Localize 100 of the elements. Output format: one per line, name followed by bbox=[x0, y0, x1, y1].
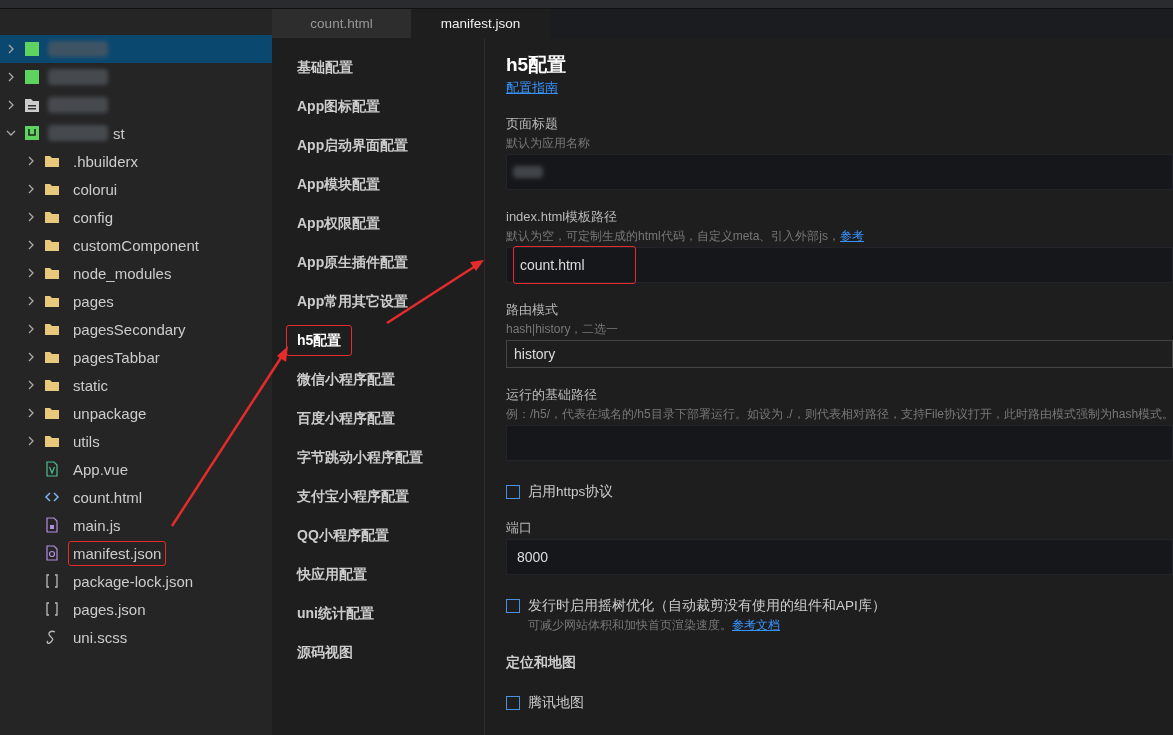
tree-item[interactable]: colorui bbox=[0, 175, 272, 203]
nav-item[interactable]: 百度小程序配置 bbox=[286, 399, 406, 438]
file-name: colorui bbox=[72, 179, 119, 200]
folder-icon bbox=[44, 237, 60, 253]
chevron-right-icon bbox=[26, 156, 36, 166]
group-heading: 定位和地图 bbox=[506, 654, 577, 672]
field-label: 运行的基础路径 bbox=[506, 386, 598, 404]
file-name: pagesSecondary bbox=[72, 319, 187, 340]
file-name: manifest.json bbox=[68, 540, 167, 566]
file-name: customComponent bbox=[72, 235, 200, 256]
field-label: 页面标题 bbox=[506, 115, 559, 133]
tree-item[interactable]: st bbox=[0, 119, 272, 147]
nav-item[interactable]: uni统计配置 bbox=[286, 594, 385, 633]
file-name: utils bbox=[72, 431, 101, 452]
folder-icon bbox=[44, 321, 60, 337]
chevron-right-icon bbox=[26, 212, 36, 222]
chevron-right-icon bbox=[6, 44, 16, 54]
guide-link[interactable]: 配置指南 bbox=[506, 79, 558, 97]
input-field[interactable]: count.html bbox=[506, 247, 1173, 283]
tree-item[interactable]: App.vue bbox=[0, 455, 272, 483]
settings-file-icon bbox=[44, 545, 60, 561]
file-icon bbox=[44, 461, 60, 477]
tree-item[interactable]: pages.json bbox=[0, 595, 272, 623]
project-icon bbox=[24, 69, 40, 85]
field-value: history bbox=[513, 345, 557, 363]
field-label: 路由模式 bbox=[506, 301, 559, 319]
tree-item[interactable]: manifest.json bbox=[0, 539, 272, 567]
brackets-icon bbox=[44, 601, 60, 617]
nav-item[interactable]: 字节跳动小程序配置 bbox=[286, 438, 434, 477]
field-hint: hash|history，二选一 bbox=[506, 321, 620, 338]
tree-item[interactable] bbox=[0, 35, 272, 63]
chevron-right-icon bbox=[26, 268, 36, 278]
select-field[interactable]: history bbox=[506, 340, 1173, 368]
docs-link[interactable]: 参考文档 bbox=[732, 617, 780, 634]
folder-icon bbox=[44, 349, 60, 365]
nav-item[interactable]: 微信小程序配置 bbox=[286, 360, 406, 399]
tree-item[interactable]: .hbuilderx bbox=[0, 147, 272, 175]
tree-item[interactable]: pages bbox=[0, 287, 272, 315]
tree-item[interactable]: count.html bbox=[0, 483, 272, 511]
tree-item[interactable]: uni.scss bbox=[0, 623, 272, 651]
project-name: st bbox=[112, 123, 126, 144]
nav-item[interactable]: 源码视图 bbox=[286, 633, 364, 672]
folder-icon bbox=[44, 433, 60, 449]
field-hint: 例：/h5/，代表在域名的/h5目录下部署运行。如设为 ./，则代表相对路径，支持File协议打开，此时路由模式强制为hash模式。 bbox=[506, 406, 1173, 423]
tree-item[interactable]: node_modules bbox=[0, 259, 272, 287]
tree-item[interactable]: customComponent bbox=[0, 231, 272, 259]
brackets-icon bbox=[44, 573, 60, 589]
chevron-right-icon bbox=[26, 408, 36, 418]
tree-item[interactable]: config bbox=[0, 203, 272, 231]
nav-item[interactable]: App图标配置 bbox=[286, 87, 392, 126]
nav-item[interactable]: App常用其它设置 bbox=[286, 282, 420, 321]
file-name: main.js bbox=[72, 515, 122, 536]
nav-item[interactable]: App启动界面配置 bbox=[286, 126, 420, 165]
nav-item[interactable]: App原生插件配置 bbox=[286, 243, 420, 282]
file-name: .hbuilderx bbox=[72, 151, 140, 172]
field-value: count.html bbox=[513, 246, 636, 284]
nav-item[interactable]: 基础配置 bbox=[286, 48, 364, 87]
input-field[interactable] bbox=[506, 154, 1173, 190]
nav-item[interactable]: 快应用配置 bbox=[286, 555, 378, 594]
folder-icon bbox=[44, 293, 60, 309]
nav-item[interactable]: App权限配置 bbox=[286, 204, 392, 243]
section-title: h5配置 bbox=[506, 53, 568, 77]
folder-icon bbox=[44, 153, 60, 169]
nav-item[interactable]: 支付宝小程序配置 bbox=[286, 477, 420, 516]
file-name: count.html bbox=[72, 487, 144, 508]
field-label: index.html模板路径 bbox=[506, 208, 619, 226]
project-icon bbox=[24, 41, 40, 57]
file-name: static bbox=[72, 375, 109, 396]
editor-tab[interactable]: count.html bbox=[272, 9, 411, 38]
field-hint: 默认为应用名称 bbox=[506, 135, 591, 152]
field-hint: 默认为空，可定制生成的html代码，自定义meta、引入外部js，参考 bbox=[506, 228, 865, 245]
tree-item[interactable]: pagesSecondary bbox=[0, 315, 272, 343]
nav-item[interactable]: App模块配置 bbox=[286, 165, 392, 204]
tree-item[interactable]: utils bbox=[0, 427, 272, 455]
field-value: 8000 bbox=[516, 548, 550, 567]
chevron-down-icon bbox=[6, 128, 16, 138]
tree-item[interactable]: pagesTabbar bbox=[0, 343, 272, 371]
file-name: unpackage bbox=[72, 403, 148, 424]
file-name: node_modules bbox=[72, 263, 173, 284]
input-field[interactable]: 8000 bbox=[506, 539, 1173, 575]
nav-item[interactable]: QQ小程序配置 bbox=[286, 516, 400, 555]
tree-item[interactable]: unpackage bbox=[0, 399, 272, 427]
chevron-right-icon bbox=[26, 352, 36, 362]
folder-icon bbox=[24, 97, 40, 113]
checkbox-label: 腾讯地图 bbox=[528, 694, 584, 712]
folder-icon bbox=[44, 405, 60, 421]
tree-item[interactable]: static bbox=[0, 371, 272, 399]
field-hint: 可减少网站体积和加快首页渲染速度。参考文档 bbox=[528, 617, 781, 634]
checkbox[interactable] bbox=[506, 696, 520, 710]
reference-link[interactable]: 参考 bbox=[840, 228, 864, 245]
project-icon bbox=[24, 125, 40, 141]
file-name: pages bbox=[72, 291, 115, 312]
tree-item[interactable]: package-lock.json bbox=[0, 567, 272, 595]
chevron-right-icon bbox=[26, 296, 36, 306]
folder-icon bbox=[44, 265, 60, 281]
checkbox-label: 启用https协议 bbox=[528, 483, 614, 501]
checkbox[interactable] bbox=[506, 599, 520, 613]
checkbox[interactable] bbox=[506, 485, 520, 499]
tree-item[interactable]: main.js bbox=[0, 511, 272, 539]
file-name: config bbox=[72, 207, 115, 228]
